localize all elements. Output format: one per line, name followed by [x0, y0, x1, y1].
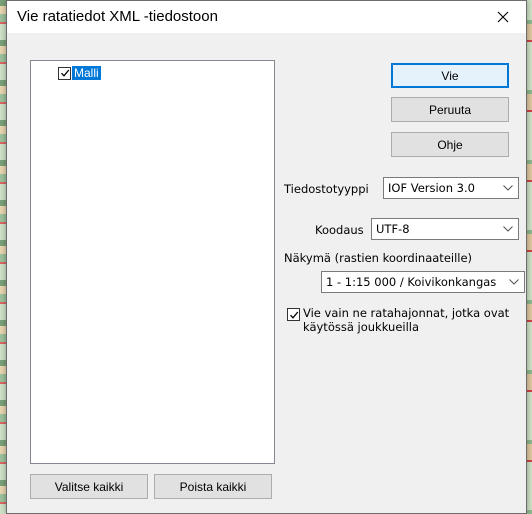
chevron-down-icon: [504, 272, 524, 292]
encoding-select[interactable]: UTF-8: [371, 218, 519, 240]
tree-item-malli[interactable]: Malli: [58, 66, 101, 80]
export-button[interactable]: Vie: [391, 63, 509, 88]
filetype-select[interactable]: IOF Version 3.0: [383, 177, 519, 199]
checkmark-icon: [60, 69, 69, 77]
tree-item-checkbox[interactable]: [58, 66, 71, 80]
chevron-down-icon: [498, 219, 518, 239]
view-value: 1 - 1:15 000 / Koivikonkangas: [326, 275, 497, 289]
only-used-checkbox[interactable]: [287, 308, 300, 321]
export-dialog: Vie ratatiedot XML -tiedostoon Malli Vie…: [6, 0, 527, 514]
only-used-label: Vie vain ne ratahajonnat, jotka ovat käy…: [303, 306, 510, 334]
view-select[interactable]: 1 - 1:15 000 / Koivikonkangas: [321, 271, 525, 293]
view-label: Näkymä (rastien koordinaateille): [284, 251, 473, 265]
close-icon: [497, 11, 509, 23]
chevron-down-icon: [498, 178, 518, 198]
encoding-label: Koodaus: [315, 223, 364, 237]
cancel-button[interactable]: Peruuta: [391, 97, 509, 122]
only-used-option[interactable]: Vie vain ne ratahajonnat, jotka ovat käy…: [287, 306, 532, 334]
course-tree[interactable]: Malli: [30, 60, 275, 464]
filetype-value: IOF Version 3.0: [388, 181, 475, 195]
encoding-value: UTF-8: [376, 222, 410, 236]
filetype-label: Tiedostotyyppi: [284, 182, 369, 196]
title-bar: Vie ratatiedot XML -tiedostoon: [7, 1, 526, 33]
select-all-button[interactable]: Valitse kaikki: [30, 474, 148, 499]
clear-all-button[interactable]: Poista kaikki: [154, 474, 272, 499]
tree-item-label: Malli: [72, 66, 101, 80]
window-title: Vie ratatiedot XML -tiedostoon: [17, 8, 218, 25]
help-button[interactable]: Ohje: [391, 132, 509, 157]
checkmark-icon: [289, 311, 298, 319]
close-button[interactable]: [480, 1, 526, 33]
